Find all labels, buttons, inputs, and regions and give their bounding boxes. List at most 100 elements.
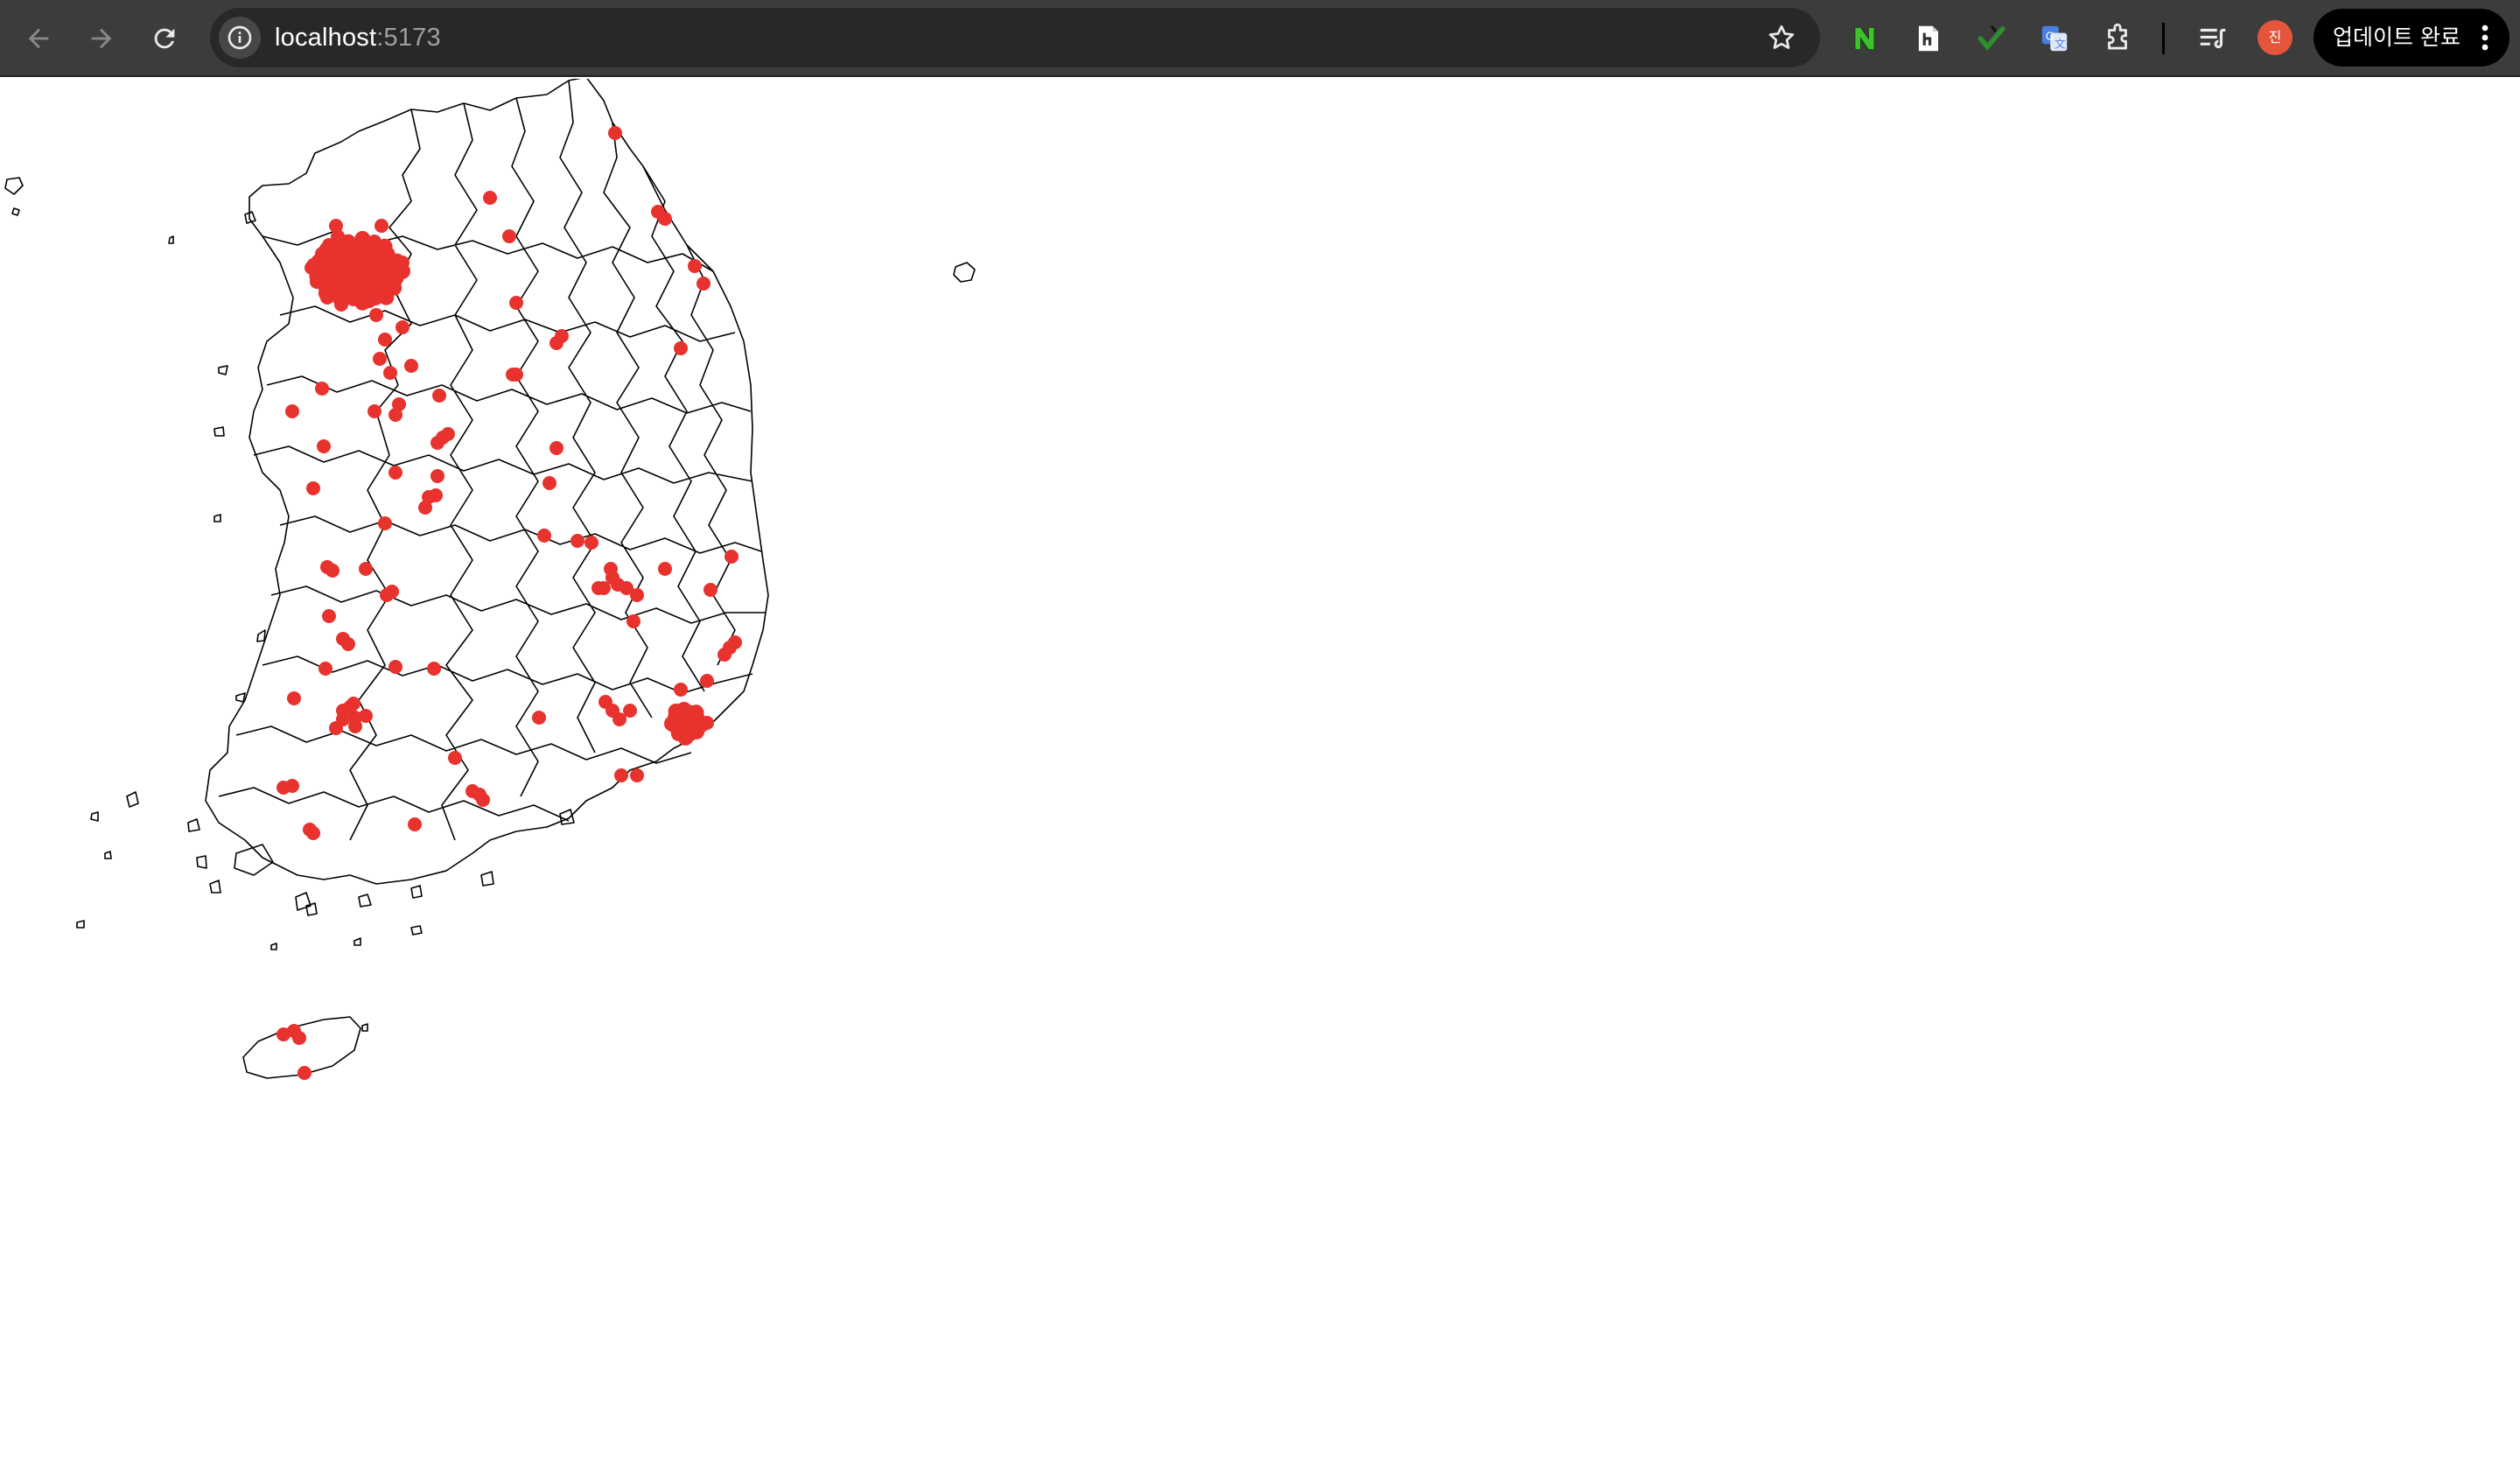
korea-map[interactable] — [0, 79, 2520, 1458]
location-point[interactable] — [693, 717, 710, 733]
location-point[interactable] — [408, 817, 422, 831]
location-point[interactable] — [374, 219, 388, 233]
location-point[interactable] — [329, 219, 343, 233]
location-point[interactable] — [378, 333, 392, 347]
location-point[interactable] — [677, 729, 694, 746]
location-point[interactable] — [658, 212, 672, 226]
location-point[interactable] — [378, 289, 395, 305]
location-point[interactable] — [674, 683, 688, 697]
location-point[interactable] — [430, 469, 444, 483]
location-point[interactable] — [630, 768, 644, 782]
location-point[interactable] — [724, 550, 738, 564]
location-point[interactable] — [326, 564, 340, 578]
location-point[interactable] — [348, 719, 362, 733]
extensions-menu-button[interactable] — [2096, 18, 2138, 60]
location-point[interactable] — [550, 441, 564, 455]
location-point[interactable] — [509, 296, 523, 310]
location-point[interactable] — [570, 534, 584, 548]
location-point[interactable] — [376, 238, 393, 255]
location-point[interactable] — [592, 581, 606, 595]
location-point[interactable] — [388, 408, 402, 422]
location-point[interactable] — [315, 382, 329, 396]
back-button[interactable] — [16, 16, 61, 61]
hwp-extension-button[interactable] — [1908, 18, 1950, 60]
location-point[interactable] — [318, 662, 332, 676]
url-text[interactable]: localhost:5173 — [275, 8, 441, 67]
location-point[interactable] — [388, 660, 402, 674]
location-point[interactable] — [373, 352, 387, 366]
location-point[interactable] — [427, 662, 441, 676]
location-point[interactable] — [395, 263, 410, 279]
location-point[interactable] — [298, 1066, 312, 1080]
check-extension-button[interactable] — [1970, 18, 2012, 60]
location-point[interactable] — [674, 341, 688, 355]
location-point[interactable] — [378, 516, 392, 530]
location-point[interactable] — [317, 439, 331, 453]
ulleungdo-island — [953, 262, 976, 283]
location-point[interactable] — [388, 466, 402, 480]
location-point[interactable] — [506, 368, 520, 382]
location-point[interactable] — [336, 704, 350, 718]
naver-extension-button[interactable] — [1844, 18, 1886, 60]
location-point[interactable] — [612, 712, 626, 726]
location-point[interactable] — [383, 366, 397, 380]
location-point[interactable] — [354, 294, 371, 311]
location-point[interactable] — [728, 635, 742, 649]
forward-button[interactable] — [79, 16, 124, 61]
location-point[interactable] — [626, 614, 640, 628]
location-point[interactable] — [306, 481, 320, 495]
location-point[interactable] — [354, 230, 371, 247]
location-point[interactable] — [292, 1031, 306, 1045]
location-point[interactable] — [396, 320, 410, 334]
location-point[interactable] — [404, 359, 418, 373]
location-point[interactable] — [532, 711, 546, 725]
location-point[interactable] — [341, 637, 355, 651]
location-point[interactable] — [718, 648, 732, 662]
location-point[interactable] — [472, 788, 486, 802]
location-point[interactable] — [704, 583, 718, 597]
location-point[interactable] — [537, 529, 551, 543]
location-point[interactable] — [359, 562, 373, 576]
location-point[interactable] — [448, 751, 462, 765]
location-point[interactable] — [614, 768, 628, 782]
reload-button[interactable] — [142, 16, 187, 61]
location-point[interactable] — [608, 126, 622, 140]
location-point[interactable] — [318, 285, 334, 301]
location-point[interactable] — [369, 308, 383, 322]
location-point[interactable] — [668, 703, 684, 719]
location-point[interactable] — [287, 691, 301, 705]
location-point[interactable] — [483, 191, 497, 205]
location-point[interactable] — [542, 476, 556, 490]
site-info-button[interactable] — [219, 17, 261, 59]
location-point[interactable] — [502, 229, 516, 243]
location-point[interactable] — [359, 709, 373, 723]
location-point[interactable] — [276, 781, 290, 795]
location-point[interactable] — [340, 234, 356, 250]
update-complete-button[interactable]: 업데이트 완료 — [2314, 9, 2510, 67]
translate-extension-button[interactable]: G文 — [2034, 18, 2076, 60]
address-bar[interactable]: localhost:5173 — [210, 8, 1820, 67]
location-point[interactable] — [285, 404, 299, 418]
location-point[interactable] — [630, 588, 644, 602]
location-point[interactable] — [418, 501, 432, 515]
location-point[interactable] — [368, 404, 382, 418]
location-point[interactable] — [696, 277, 710, 291]
location-point[interactable] — [332, 290, 348, 306]
location-point[interactable] — [380, 588, 394, 602]
location-point[interactable] — [303, 823, 317, 837]
reading-list-button[interactable] — [2192, 18, 2234, 60]
location-point[interactable] — [658, 562, 672, 576]
location-point[interactable] — [688, 259, 702, 273]
location-point[interactable] — [322, 609, 336, 623]
location-point[interactable] — [432, 389, 446, 403]
location-point[interactable] — [306, 257, 322, 274]
location-point[interactable] — [584, 536, 598, 550]
location-point[interactable] — [555, 329, 569, 343]
bookmark-star-button[interactable] — [1762, 18, 1801, 57]
location-point[interactable] — [429, 488, 443, 502]
location-point[interactable] — [700, 674, 714, 688]
profile-avatar[interactable]: 진 — [2258, 20, 2292, 55]
location-point[interactable] — [329, 721, 343, 735]
location-point[interactable] — [430, 436, 444, 450]
location-point[interactable] — [318, 242, 335, 258]
